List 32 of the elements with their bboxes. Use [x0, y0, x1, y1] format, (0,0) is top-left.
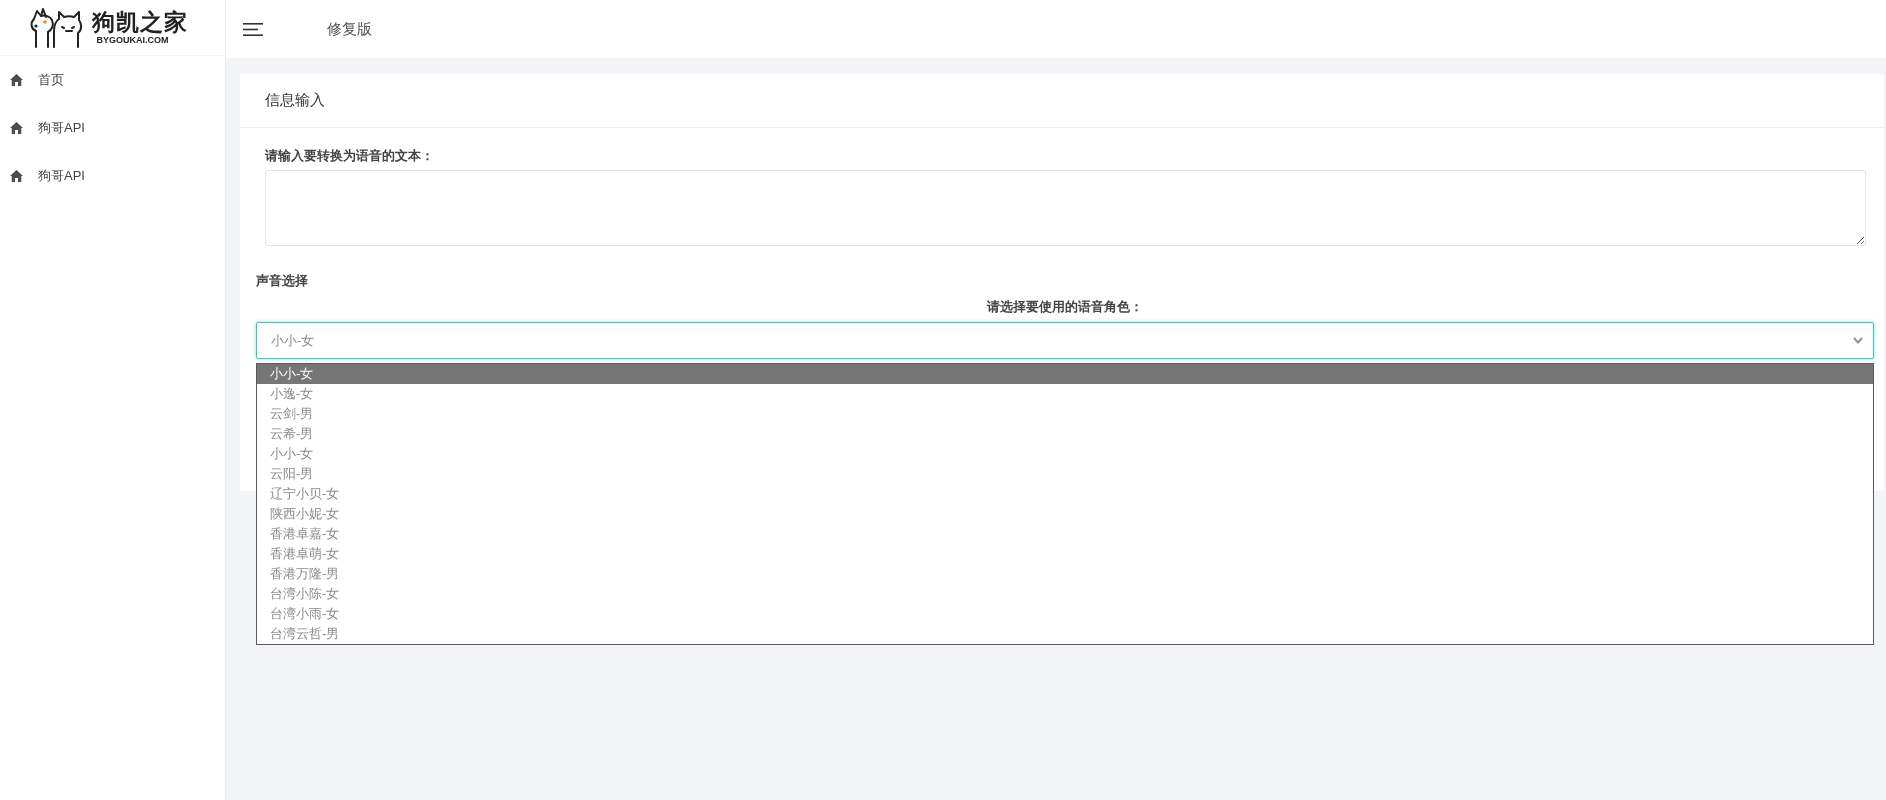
dropdown-option[interactable]: 陕西小妮-女	[257, 504, 1873, 524]
voice-select[interactable]: 小小-女	[256, 322, 1874, 359]
dropdown-option[interactable]: 台湾小雨-女	[257, 604, 1873, 624]
dropdown-option[interactable]: 香港卓萌-女	[257, 544, 1873, 564]
page-title: 修复版	[327, 19, 372, 39]
dropdown-option[interactable]: 辽宁小贝-女	[257, 484, 1873, 504]
sidebar-item[interactable]: 狗哥API	[0, 104, 225, 152]
sidebar-item[interactable]: 首页	[0, 56, 225, 104]
menu-icon	[243, 22, 263, 36]
home-icon	[10, 73, 23, 86]
text-input-label: 请输入要转换为语音的文本：	[265, 147, 434, 165]
text-input[interactable]	[265, 170, 1866, 246]
dropdown-option[interactable]: 小小-女	[257, 444, 1873, 464]
sidebar-item[interactable]: 狗哥API	[0, 152, 225, 200]
voice-select-label: 请选择要使用的语音角色：	[987, 298, 1143, 316]
dropdown-option[interactable]: 台湾小陈-女	[257, 584, 1873, 604]
dropdown-option[interactable]: 台湾云哲-男	[257, 624, 1873, 644]
logo-tagline: BYGOUKAI.COM	[96, 35, 169, 46]
dropdown-option[interactable]: 香港万隆-男	[257, 564, 1873, 584]
chevron-down-icon	[1853, 337, 1863, 344]
logo-name: 狗凯之家	[91, 9, 188, 35]
dropdown-option[interactable]: 香港卓嘉-女	[257, 524, 1873, 544]
section-title: 声音选择	[256, 272, 308, 290]
dropdown-option[interactable]: 云希-男	[257, 424, 1873, 444]
dropdown-option[interactable]: 小逸-女	[257, 384, 1873, 404]
menu-button[interactable]	[243, 22, 263, 36]
home-icon	[10, 169, 23, 182]
home-icon	[10, 121, 23, 134]
dropdown-option[interactable]: 云剑-男	[257, 404, 1873, 424]
card-title: 信息输入	[265, 91, 325, 110]
dropdown-option[interactable]: 云阳-男	[257, 464, 1873, 484]
dropdown-option[interactable]: 小小-女	[257, 364, 1873, 384]
